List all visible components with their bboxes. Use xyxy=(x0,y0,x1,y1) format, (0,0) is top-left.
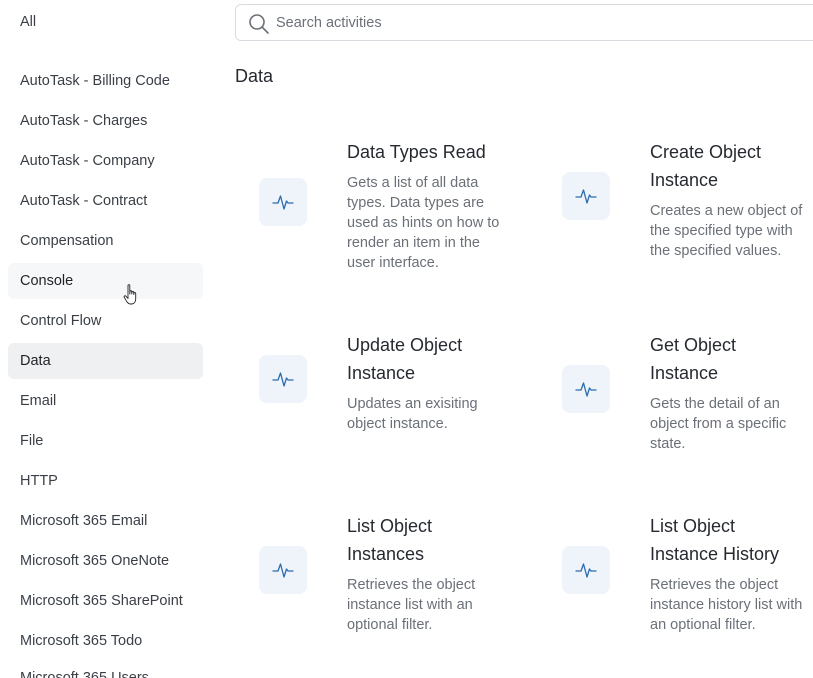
sidebar-item-console[interactable]: Console xyxy=(8,263,203,299)
sidebar-item-microsoft-365-users[interactable]: Microsoft 365 Users xyxy=(8,660,203,678)
sidebar-item-autotask-charges[interactable]: AutoTask - Charges xyxy=(8,103,203,139)
card-title: Data Types Read xyxy=(347,142,486,162)
card-description: Creates a new object of the specified ty… xyxy=(650,203,803,259)
sidebar-item-autotask-billing-code[interactable]: AutoTask - Billing Code xyxy=(8,63,203,99)
sidebar-item-email[interactable]: Email xyxy=(8,383,203,419)
card-description: Gets the detail of an object from a spec… xyxy=(650,396,787,452)
activity-icon xyxy=(272,563,294,578)
card-description: Updates an exisiting object instance. xyxy=(347,396,478,432)
card-title: Get Object Instance xyxy=(650,335,737,383)
sidebar-item-control-flow[interactable]: Control Flow xyxy=(8,303,203,339)
activity-icon xyxy=(575,563,597,578)
activity-icon xyxy=(272,195,294,210)
card-description: Retrieves the object instance history li… xyxy=(650,577,803,633)
sidebar-item-microsoft-365-onenote[interactable]: Microsoft 365 OneNote xyxy=(8,543,203,579)
card-description: Gets a list of all data types. Data type… xyxy=(347,175,500,271)
card-title: List Object Instance History xyxy=(650,516,780,564)
activity-icon-tile xyxy=(259,178,307,226)
card-description: Retrieves the object instance list with … xyxy=(347,577,476,633)
sidebar-item-autotask-company[interactable]: AutoTask - Company xyxy=(8,143,203,179)
search-input[interactable] xyxy=(276,5,776,40)
sidebar-item-data[interactable]: Data xyxy=(8,343,203,379)
sidebar-item-compensation[interactable]: Compensation xyxy=(8,223,203,259)
activity-icon-tile xyxy=(562,172,610,220)
card-title: List Object Instances xyxy=(347,516,433,564)
activity-icon xyxy=(272,372,294,387)
activity-icon xyxy=(575,189,597,204)
sidebar-item-microsoft-365-sharepoint[interactable]: Microsoft 365 SharePoint xyxy=(8,583,203,619)
sidebar-item-microsoft-365-email[interactable]: Microsoft 365 Email xyxy=(8,503,203,539)
category-sidebar: All AutoTask - Billing Code AutoTask - C… xyxy=(0,0,215,678)
activities-page: All AutoTask - Billing Code AutoTask - C… xyxy=(0,0,813,678)
activity-icon xyxy=(575,382,597,397)
activity-card-create-object-instance[interactable]: Create Object Instance Creates a new obj… xyxy=(562,140,813,280)
sidebar-item-file[interactable]: File xyxy=(8,423,203,459)
activity-icon-tile xyxy=(562,365,610,413)
hand-cursor-icon xyxy=(123,284,137,305)
activity-card-data-types-read[interactable]: Data Types Read Gets a list of all data … xyxy=(259,140,539,280)
activity-icon-tile xyxy=(562,546,610,594)
section-title: Data xyxy=(235,66,274,86)
card-title: Create Object Instance xyxy=(650,142,762,190)
activity-card-get-object-instance[interactable]: Get Object Instance Gets the detail of a… xyxy=(562,333,813,453)
sidebar-item-all[interactable]: All xyxy=(8,4,203,40)
activity-card-update-object-instance[interactable]: Update Object Instance Updates an exisit… xyxy=(259,333,539,443)
search-box[interactable] xyxy=(235,4,813,41)
search-icon xyxy=(249,14,269,34)
activity-icon-tile xyxy=(259,546,307,594)
activity-card-list-object-instance-history[interactable]: List Object Instance History Retrieves t… xyxy=(562,514,813,634)
activity-card-list-object-instances[interactable]: List Object Instances Retrieves the obje… xyxy=(259,514,539,634)
sidebar-item-autotask-contract[interactable]: AutoTask - Contract xyxy=(8,183,203,219)
sidebar-item-http[interactable]: HTTP xyxy=(8,463,203,499)
activity-icon-tile xyxy=(259,355,307,403)
card-title: Update Object Instance xyxy=(347,335,463,383)
sidebar-item-microsoft-365-todo[interactable]: Microsoft 365 Todo xyxy=(8,623,203,659)
